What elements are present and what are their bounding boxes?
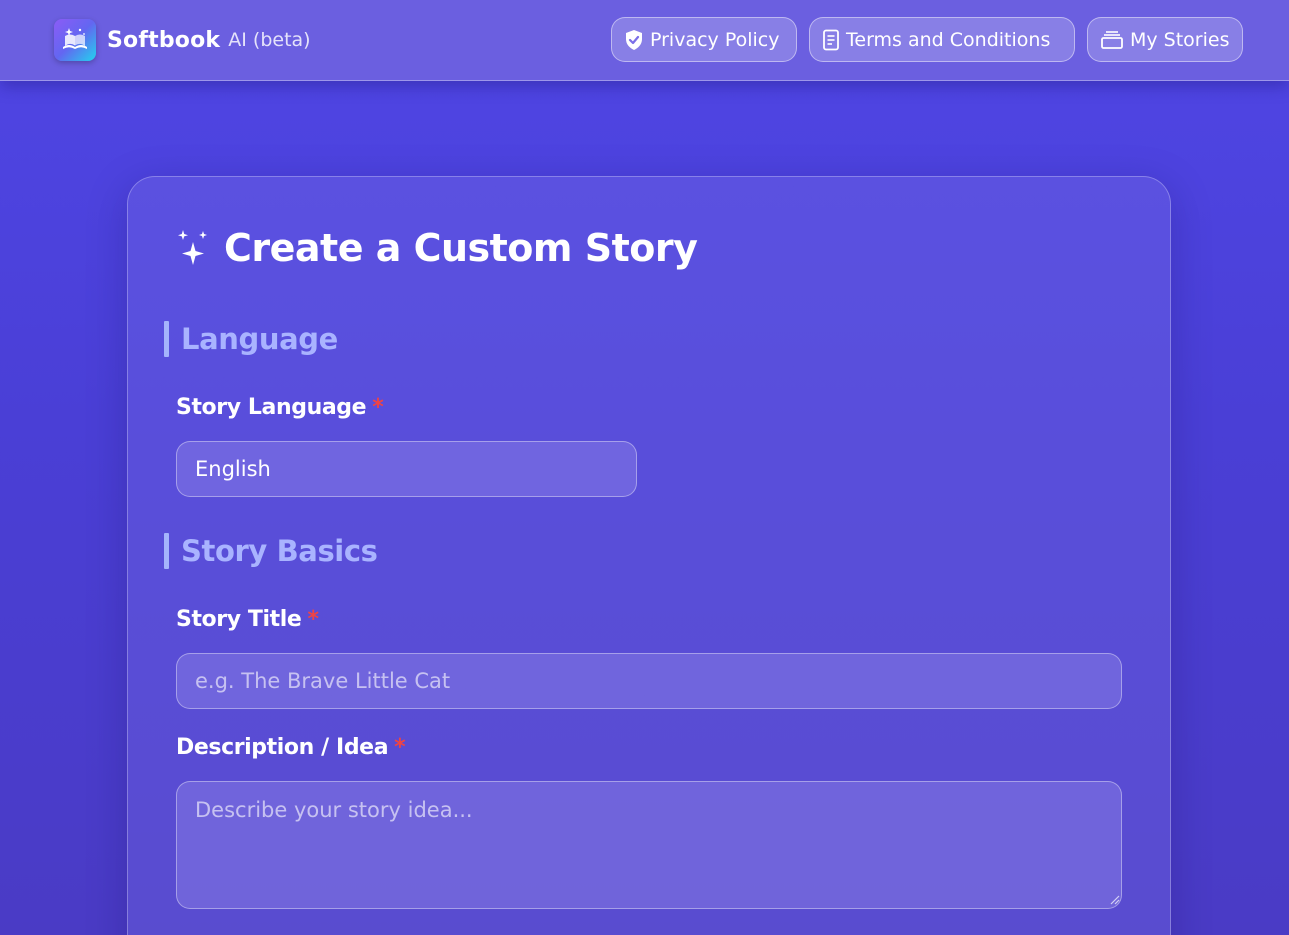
story-language-select[interactable]: English <box>176 441 637 497</box>
sparkles-icon <box>178 230 207 265</box>
description-label: Description / Idea * <box>176 735 406 760</box>
my-stories-label: My Stories <box>1130 28 1230 51</box>
section-language: Language <box>164 321 338 357</box>
story-language-label-text: Story Language <box>176 395 367 420</box>
document-icon <box>822 29 840 51</box>
privacy-policy-button[interactable]: Privacy Policy <box>611 17 797 62</box>
top-navbar: Softbook AI (beta) Privacy Policy Terms … <box>0 0 1289 81</box>
required-marker: * <box>307 607 319 632</box>
brand[interactable]: Softbook AI (beta) <box>54 19 311 61</box>
card-title: Create a Custom Story <box>176 225 698 271</box>
story-title-label-text: Story Title <box>176 607 302 632</box>
my-stories-button[interactable]: My Stories <box>1087 17 1243 62</box>
story-title-input[interactable] <box>176 653 1122 709</box>
brand-subtitle: AI (beta) <box>228 29 311 51</box>
required-marker: * <box>372 395 384 420</box>
description-textarea[interactable] <box>176 781 1122 909</box>
stack-icon <box>1100 30 1124 50</box>
resize-handle-icon[interactable] <box>1110 895 1120 905</box>
section-accent-bar <box>164 533 169 569</box>
required-marker: * <box>394 735 406 760</box>
section-accent-bar <box>164 321 169 357</box>
create-story-card: Create a Custom Story Language Story Lan… <box>127 176 1171 935</box>
brand-name: Softbook <box>107 27 221 53</box>
story-language-value: English <box>195 457 271 481</box>
section-story-basics: Story Basics <box>164 533 378 569</box>
story-title-label: Story Title * <box>176 607 319 632</box>
open-book-sparkle-icon <box>54 19 96 61</box>
section-heading-story-basics: Story Basics <box>181 534 378 568</box>
terms-and-conditions-button[interactable]: Terms and Conditions <box>809 17 1075 62</box>
terms-and-conditions-label: Terms and Conditions <box>846 28 1051 51</box>
shield-icon <box>624 29 644 51</box>
page-title: Create a Custom Story <box>224 226 698 270</box>
story-language-label: Story Language * <box>176 395 384 420</box>
privacy-policy-label: Privacy Policy <box>650 28 780 51</box>
description-label-text: Description / Idea <box>176 735 389 760</box>
section-heading-language: Language <box>181 322 338 356</box>
